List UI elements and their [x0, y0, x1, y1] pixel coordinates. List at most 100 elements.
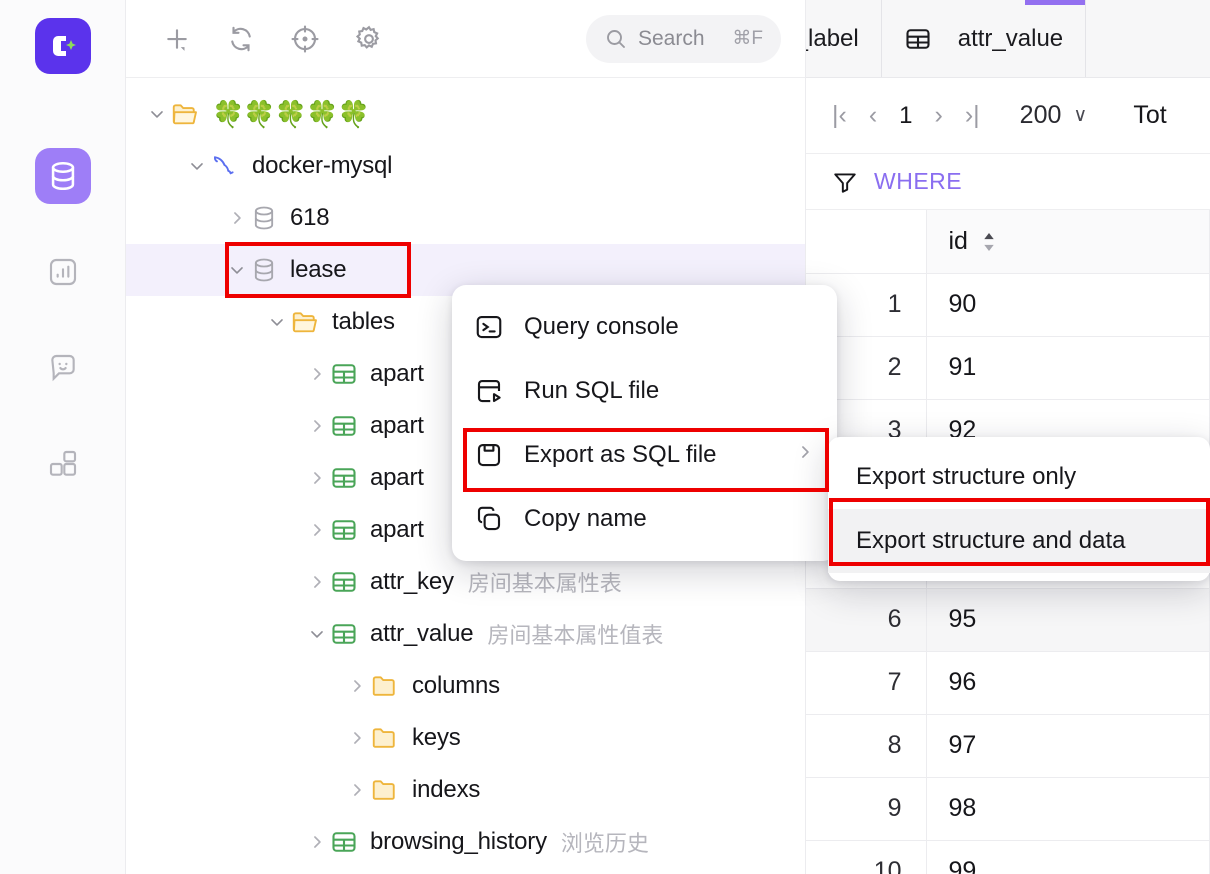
table-icon — [330, 620, 358, 648]
grid-cell[interactable]: 97 — [926, 714, 1210, 778]
sidebar-item-database[interactable] — [34, 148, 91, 204]
tree-item-label: apart — [370, 360, 424, 387]
row-number: 7 — [806, 651, 927, 715]
table-row[interactable]: 6 95 — [806, 588, 1210, 652]
tree-item-comment: 房间基本属性值表 — [487, 623, 664, 648]
tree-item-label: apart — [370, 464, 424, 491]
sidebar-item-plugins[interactable] — [35, 436, 91, 492]
context-menu-item-label: Run SQL file — [524, 377, 660, 404]
table-row[interactable]: 1 90 — [806, 273, 1210, 337]
table-icon — [330, 412, 358, 440]
tree-item-keys[interactable]: keys — [126, 712, 805, 764]
page-size-select[interactable]: 200 ∨ — [1020, 101, 1088, 130]
add-icon[interactable] — [160, 22, 194, 56]
context-menu-item-copy-name[interactable]: Copy name — [452, 487, 837, 551]
tab-t-label[interactable]: t_label — [806, 0, 882, 77]
chevron-right-icon[interactable] — [304, 416, 330, 436]
tree-item-comment: 浏览历史 — [560, 831, 649, 856]
chevron-down-icon[interactable] — [224, 260, 250, 280]
tree-item-label: 618 — [290, 204, 330, 231]
next-page-button[interactable]: › — [935, 101, 943, 130]
tab-attr-value[interactable]: attr_value — [881, 0, 1087, 77]
chevron-down-icon[interactable] — [264, 312, 290, 332]
tree-item-label: browsing_history — [370, 828, 547, 855]
chevron-right-icon[interactable] — [344, 780, 370, 800]
database-icon — [250, 256, 278, 284]
grid-cell[interactable]: 95 — [926, 588, 1210, 652]
tree-item-label: keys — [412, 724, 461, 751]
sidebar-item-chat[interactable] — [35, 340, 91, 396]
tree-item-docker-mysql[interactable]: docker-mysql — [126, 140, 805, 192]
submenu-item-export-structure-and-data[interactable]: Export structure and data — [828, 509, 1210, 573]
context-menu-item-label: Export as SQL file — [524, 441, 717, 468]
chevron-right-icon[interactable] — [304, 364, 330, 384]
run-file-icon — [474, 376, 504, 406]
chevron-right-icon[interactable] — [304, 468, 330, 488]
context-menu-item-export-as-sql-file[interactable]: Export as SQL file — [452, 423, 837, 487]
where-label[interactable]: WHERE — [874, 168, 962, 195]
tree-item-indexs[interactable]: indexs — [126, 764, 805, 816]
chevron-down-icon: ∨ — [1073, 105, 1088, 126]
grid-cell[interactable]: 96 — [926, 651, 1210, 715]
tree-item-[interactable]: 🍀🍀🍀🍀🍀 — [126, 88, 805, 140]
chat-icon — [50, 354, 75, 382]
first-page-button[interactable]: |‹ — [832, 101, 847, 130]
locate-icon[interactable] — [288, 22, 322, 56]
tree-item-label: attr_key — [370, 568, 454, 595]
search-input[interactable]: Search ⌘F — [586, 14, 781, 63]
tree-item-618[interactable]: 618 — [126, 192, 805, 244]
tree-item-attr_value[interactable]: attr_value 房间基本属性值表 — [126, 608, 805, 660]
table-row[interactable]: 7 96 — [806, 651, 1210, 715]
chevron-right-icon[interactable] — [344, 676, 370, 696]
tree-item-label: apart — [370, 412, 424, 439]
sidebar-item-charts[interactable] — [35, 244, 91, 300]
page-size-value: 200 — [1019, 101, 1062, 129]
mysql-dolphin-icon — [210, 151, 240, 181]
export-submenu: Export structure only Export structure an… — [828, 437, 1210, 581]
table-row[interactable]: 8 97 — [806, 714, 1210, 778]
sort-arrows-icon[interactable] — [982, 233, 996, 252]
chevron-down-icon[interactable] — [184, 156, 210, 176]
row-number-header — [806, 210, 927, 274]
chevron-right-icon[interactable] — [304, 832, 330, 852]
last-page-button[interactable]: ›| — [965, 101, 980, 130]
chevron-right-icon[interactable] — [224, 208, 250, 228]
tree-item-label: 🍀🍀🍀🍀🍀 — [212, 98, 370, 129]
tree-item-attr_key[interactable]: attr_key 房间基本属性表 — [126, 556, 805, 608]
table-row[interactable]: 10 99 — [806, 840, 1210, 874]
app-rail — [0, 0, 126, 874]
table-row[interactable]: 2 91 — [806, 336, 1210, 400]
table-icon — [330, 568, 358, 596]
table-row[interactable]: 9 98 — [806, 777, 1210, 841]
tree-item-columns[interactable]: columns — [126, 660, 805, 712]
grid-cell[interactable]: 91 — [926, 336, 1210, 400]
save-disk-icon — [474, 440, 504, 470]
submenu-item-export-structure-only[interactable]: Export structure only — [828, 445, 1210, 509]
grid-cell[interactable]: 90 — [926, 273, 1210, 337]
context-menu-item-label: Copy name — [524, 505, 647, 532]
grid-cell[interactable]: 99 — [926, 840, 1210, 874]
prev-page-button[interactable]: ‹ — [869, 101, 877, 130]
chevron-right-icon[interactable] — [304, 572, 330, 592]
chevron-down-icon[interactable] — [304, 624, 330, 644]
filter-icon[interactable] — [832, 169, 858, 195]
chevron-right-icon[interactable] — [304, 520, 330, 540]
current-page-number[interactable]: 1 — [899, 102, 912, 130]
chevron-down-icon[interactable] — [144, 104, 170, 124]
grid-cell[interactable]: 98 — [926, 777, 1210, 841]
column-header-label: id — [948, 226, 968, 255]
refresh-icon[interactable] — [224, 22, 258, 56]
app-logo[interactable] — [34, 18, 91, 74]
tree-item-label: apart — [370, 516, 424, 543]
context-menu-item-run-sql-file[interactable]: Run SQL file — [452, 359, 837, 423]
column-header-id[interactable]: id — [926, 210, 1210, 274]
active-tab-indicator — [1025, 0, 1086, 5]
gear-icon[interactable] — [352, 22, 386, 56]
chevron-right-icon[interactable] — [344, 728, 370, 748]
logo-glyph — [52, 36, 76, 56]
tab-bar: t_label attr_value — [806, 0, 1210, 78]
tree-item-label: attr_value — [370, 620, 474, 647]
tree-item-browsing_history[interactable]: browsing_history 浏览历史 — [126, 816, 805, 868]
context-menu-item-query-console[interactable]: Query console — [452, 295, 837, 359]
database-icon — [51, 161, 74, 191]
